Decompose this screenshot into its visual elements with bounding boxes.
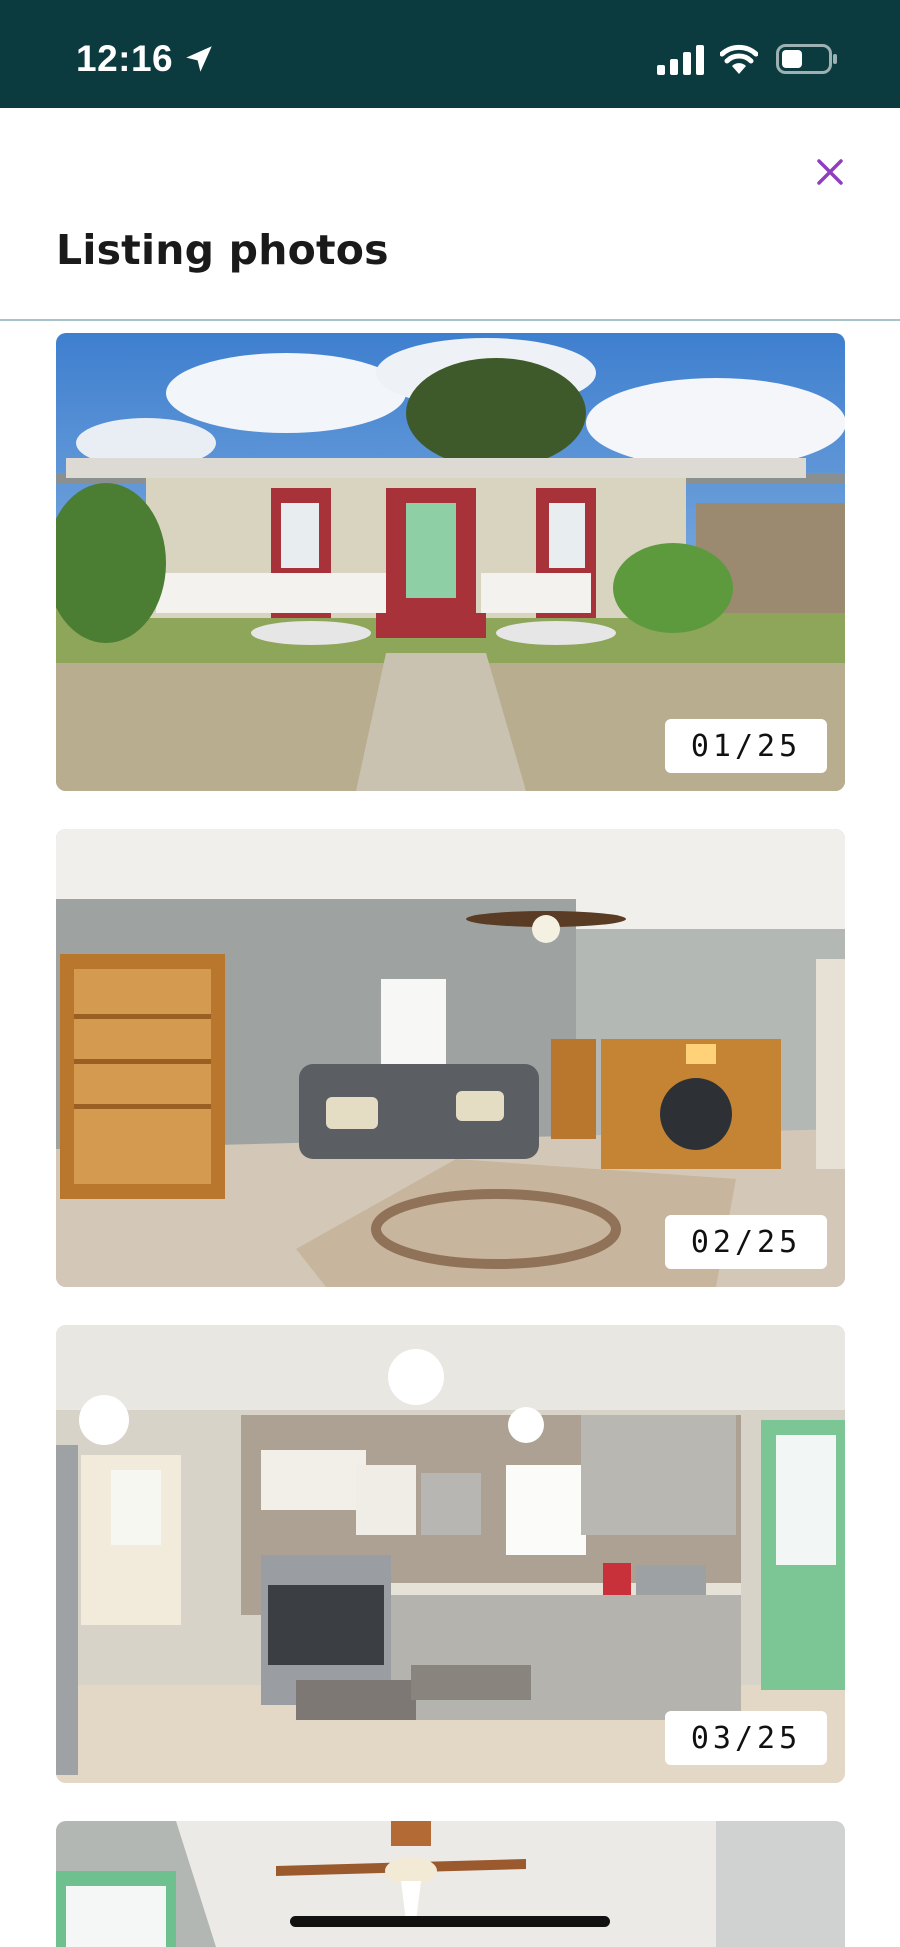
home-indicator[interactable] [290, 1916, 610, 1927]
photo-counter: 01/25 [665, 719, 827, 773]
page-title: Listing photos [56, 226, 389, 274]
status-time: 12:16 [76, 38, 174, 79]
listing-photo[interactable]: 03/25 [56, 1325, 845, 1783]
status-bar: 12:16 [0, 0, 900, 108]
cellular-signal-icon [657, 45, 704, 75]
listing-photo[interactable]: 01/25 [56, 333, 845, 791]
modal-header [0, 108, 900, 321]
room-with-ceiling-fan-image [56, 1821, 845, 1947]
location-arrow-icon [186, 46, 212, 72]
battery-icon [776, 44, 837, 74]
photo-counter: 03/25 [665, 1711, 827, 1765]
wifi-icon [720, 44, 758, 74]
listing-photo[interactable]: 02/25 [56, 829, 845, 1287]
photo-counter: 02/25 [665, 1215, 827, 1269]
listing-photo[interactable] [56, 1821, 845, 1947]
close-icon[interactable] [810, 152, 850, 192]
